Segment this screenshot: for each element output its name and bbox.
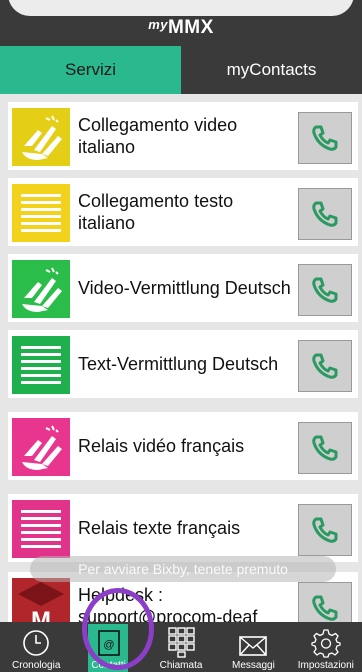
keypad-icon	[168, 627, 195, 658]
nav-cronologia[interactable]: Cronologia	[0, 622, 72, 672]
service-label: Relais texte français	[78, 518, 241, 538]
call-button[interactable]	[298, 340, 352, 392]
text-lines-icon	[12, 184, 70, 242]
svg-text:M: M	[31, 607, 51, 622]
service-row-video-italiano[interactable]: Collegamento video italiano	[8, 102, 358, 170]
phone-icon	[312, 517, 338, 543]
nav-messaggi[interactable]: Messaggi	[217, 622, 289, 672]
service-label: Collegamento testo italiano	[78, 191, 234, 233]
call-button[interactable]	[298, 264, 352, 316]
service-label: Collegamento video italiano	[78, 115, 238, 157]
contacts-book-icon: @	[97, 630, 120, 656]
service-row-video-francais[interactable]: Relais vidéo français	[8, 412, 358, 480]
service-row-testo-italiano[interactable]: Collegamento testo italiano	[8, 178, 358, 246]
service-label: Text-Vermittlung Deutsch	[78, 354, 279, 374]
call-button[interactable]	[298, 582, 352, 622]
tab-servizi[interactable]: Servizi	[0, 46, 181, 94]
nav-contatti[interactable]: @ Contatti	[72, 622, 144, 672]
text-lines-icon	[12, 500, 70, 558]
service-list: Collegamento video italiano Collegamento…	[0, 94, 362, 622]
call-button[interactable]	[298, 422, 352, 474]
mmx-logo-icon: M	[12, 578, 70, 622]
service-label: Relais vidéo français	[78, 436, 245, 456]
nav-label: Messaggi	[232, 660, 275, 671]
svg-text:@: @	[103, 639, 114, 651]
gear-icon	[311, 629, 341, 658]
phone-icon	[312, 353, 338, 379]
phone-icon	[312, 435, 338, 461]
system-toast: Per avviare Bixby, tenete premuto	[30, 556, 336, 582]
service-row-video-deutsch[interactable]: Video-Vermittlung Deutsch	[8, 254, 358, 322]
nav-impostazioni[interactable]: Impostazioni	[290, 622, 362, 672]
phone-icon	[312, 201, 338, 227]
app-logo: myMMX	[148, 17, 214, 38]
service-row-text-deutsch[interactable]: Text-Vermittlung Deutsch	[8, 330, 358, 398]
nav-chiamata[interactable]: Chiamata	[145, 622, 217, 672]
nav-label: Impostazioni	[297, 660, 354, 671]
tab-mycontacts[interactable]: myContacts	[181, 46, 362, 94]
nav-label: Contatti	[91, 660, 126, 671]
sign-language-hands-icon	[12, 108, 70, 166]
nav-label: Chiamata	[159, 660, 203, 671]
top-tabs: Servizi myContacts	[0, 46, 362, 94]
call-button[interactable]	[298, 504, 352, 556]
phone-icon	[312, 125, 338, 151]
call-button[interactable]	[298, 112, 352, 164]
app-header: myMMX	[0, 0, 362, 46]
phone-icon	[312, 595, 338, 621]
sign-language-hands-icon	[12, 418, 70, 476]
service-label: Video-Vermittlung Deutsch	[78, 278, 291, 298]
clock-icon	[23, 630, 50, 656]
service-row-texte-francais[interactable]: Relais texte français	[8, 494, 358, 562]
search-pill[interactable]	[8, 0, 354, 16]
sign-language-hands-icon	[12, 260, 70, 318]
nav-label: Cronologia	[12, 660, 61, 671]
envelope-icon	[239, 636, 268, 656]
bottom-nav: Cronologia @ Contatti Chiamata Messaggi …	[0, 622, 362, 672]
text-lines-icon	[12, 336, 70, 394]
phone-icon	[312, 277, 338, 303]
call-button[interactable]	[298, 188, 352, 240]
